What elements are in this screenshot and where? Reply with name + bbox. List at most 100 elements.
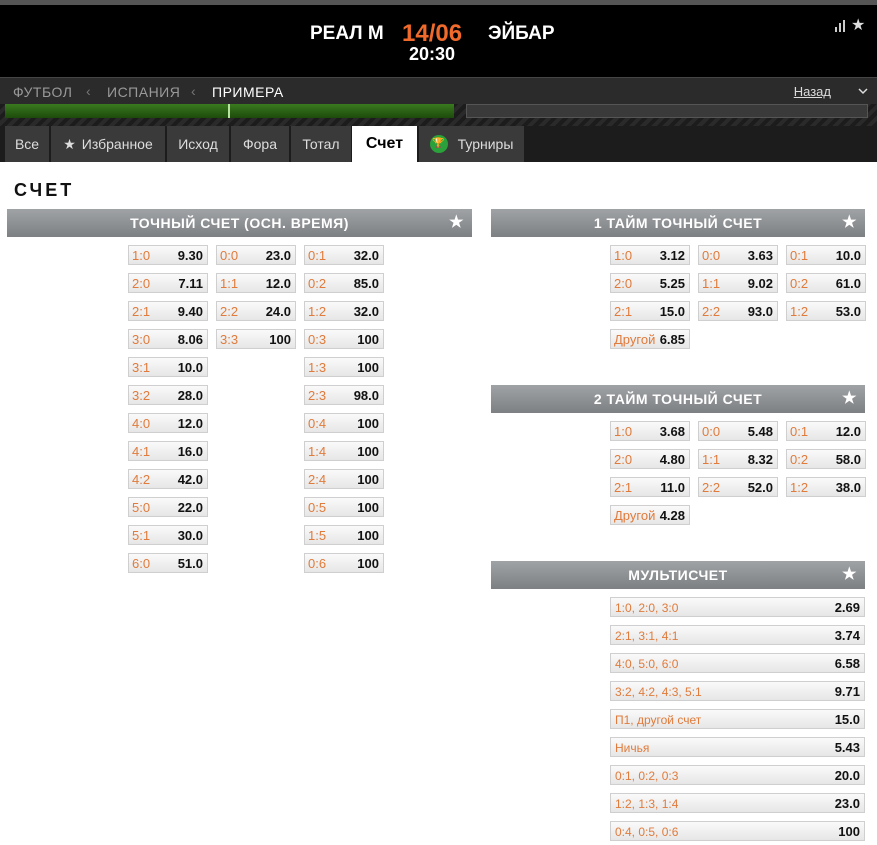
odds-value: 51.0 — [177, 556, 203, 571]
odds-button[interactable]: 2:1 9.40 — [128, 301, 208, 321]
odds-button[interactable]: 4:2 42.0 — [128, 469, 208, 489]
odds-button[interactable]: 2:1 15.0 — [610, 301, 690, 321]
odds-label: 0:3 — [308, 332, 327, 347]
odds-button[interactable]: 2:2 24.0 — [216, 301, 296, 321]
odds-button[interactable]: 0:2 58.0 — [786, 449, 866, 469]
multi-odds-button[interactable]: 3:2, 4:2, 4:3, 5:1 9.71 — [610, 681, 865, 701]
star-icon[interactable]: ★ — [842, 561, 857, 589]
odds-button[interactable]: 4:0 12.0 — [128, 413, 208, 433]
odds-button[interactable]: 0:6 100 — [304, 553, 384, 573]
odds-value: 11.0 — [660, 480, 685, 495]
tab-handicap[interactable]: Фора — [231, 126, 290, 162]
odds-button[interactable]: 2:0 4.80 — [610, 449, 690, 469]
multi-odds-button[interactable]: П1, другой счет 15.0 — [610, 709, 865, 729]
odds-value: 10.0 — [835, 248, 861, 263]
multi-header: МУЛЬТИСЧЕТ ★ — [491, 561, 865, 589]
odds-label: 1:2 — [790, 480, 809, 495]
multi-odds-button[interactable]: Ничья 5.43 — [610, 737, 865, 757]
breadcrumb-country[interactable]: ИСПАНИЯ — [107, 84, 180, 100]
odds-button[interactable]: 2:0 5.25 — [610, 273, 690, 293]
odds-label: 4:0, 5:0, 6:0 — [615, 657, 679, 671]
odds-value: 32.0 — [353, 248, 379, 263]
odds-label: 0:0 — [702, 424, 721, 439]
odds-label: 0:1, 0:2, 0:3 — [615, 769, 679, 783]
tab-label: Турниры — [457, 136, 514, 152]
odds-button[interactable]: Другой 4.28 — [610, 505, 690, 525]
odds-button[interactable]: 3:2 28.0 — [128, 385, 208, 405]
multi-odds-button[interactable]: 2:1, 3:1, 4:1 3.74 — [610, 625, 865, 645]
multi-odds-button[interactable]: 0:1, 0:2, 0:3 20.0 — [610, 765, 865, 785]
odds-button[interactable]: 1:4 100 — [304, 441, 384, 461]
odds-button[interactable]: 1:2 32.0 — [304, 301, 384, 321]
odds-button[interactable]: 1:0 9.30 — [128, 245, 208, 265]
odds-button[interactable]: 1:0 3.68 — [610, 421, 690, 441]
star-icon[interactable]: ★ — [449, 209, 464, 237]
multi-odds-button[interactable]: 0:4, 0:5, 0:6 100 — [610, 821, 865, 841]
tab-tournaments[interactable]: 🏆 Турниры — [419, 126, 525, 162]
star-icon[interactable]: ★ — [842, 385, 857, 413]
odds-button[interactable]: 1:0 3.12 — [610, 245, 690, 265]
odds-button[interactable]: 2:4 100 — [304, 469, 384, 489]
odds-button[interactable]: 0:5 100 — [304, 497, 384, 517]
odds-label: 1:0, 2:0, 3:0 — [615, 601, 679, 615]
odds-button[interactable]: 1:2 53.0 — [786, 301, 866, 321]
tab-all[interactable]: Все — [5, 126, 50, 162]
odds-button[interactable]: 1:3 100 — [304, 357, 384, 377]
odds-value: 23.0 — [265, 248, 291, 263]
odds-button[interactable]: Другой 6.85 — [610, 329, 690, 349]
odds-label: 0:1 — [790, 424, 809, 439]
odds-button[interactable]: 6:0 51.0 — [128, 553, 208, 573]
multi-odds-button[interactable]: 1:0, 2:0, 3:0 2.69 — [610, 597, 865, 617]
breadcrumb-league[interactable]: ПРИМЕРА — [212, 84, 284, 100]
odds-button[interactable]: 2:2 52.0 — [698, 477, 778, 497]
odds-button[interactable]: 3:0 8.06 — [128, 329, 208, 349]
odds-button[interactable]: 2:1 11.0 — [610, 477, 690, 497]
chevron-down-icon[interactable] — [858, 86, 868, 96]
match-time: 20:30 — [409, 44, 456, 64]
odds-button[interactable]: 0:1 10.0 — [786, 245, 866, 265]
tab-score[interactable]: Счет — [352, 126, 418, 162]
odds-label: 2:2 — [702, 480, 721, 495]
back-link[interactable]: Назад — [794, 84, 831, 99]
tab-total[interactable]: Тотал — [291, 126, 352, 162]
odds-button[interactable]: 1:5 100 — [304, 525, 384, 545]
odds-button[interactable]: 0:2 85.0 — [304, 273, 384, 293]
tab-favorites[interactable]: ★ Избранное — [51, 126, 166, 162]
odds-button[interactable]: 2:2 93.0 — [698, 301, 778, 321]
odds-button[interactable]: 3:1 10.0 — [128, 357, 208, 377]
tab-label: Все — [14, 136, 40, 152]
odds-button[interactable]: 5:0 22.0 — [128, 497, 208, 517]
odds-button[interactable]: 2:0 7.11 — [128, 273, 208, 293]
odds-button[interactable]: 1:1 12.0 — [216, 273, 296, 293]
odds-value: 93.0 — [747, 304, 773, 319]
odds-button[interactable]: 0:0 5.48 — [698, 421, 778, 441]
odds-button[interactable]: 2:3 98.0 — [304, 385, 384, 405]
odds-button[interactable]: 4:1 16.0 — [128, 441, 208, 461]
breadcrumb-sport[interactable]: ФУТБОЛ — [13, 84, 72, 100]
info-bar — [466, 104, 868, 118]
multi-odds-button[interactable]: 4:0, 5:0, 6:0 6.58 — [610, 653, 865, 673]
odds-button[interactable]: 1:1 9.02 — [698, 273, 778, 293]
stats-icon[interactable] — [835, 20, 845, 32]
odds-button[interactable]: 1:1 8.32 — [698, 449, 778, 469]
odds-label: 1:1 — [702, 276, 721, 291]
odds-button[interactable]: 0:3 100 — [304, 329, 384, 349]
odds-button[interactable]: 0:2 61.0 — [786, 273, 866, 293]
multi-odds-button[interactable]: 1:2, 1:3, 1:4 23.0 — [610, 793, 865, 813]
odds-label: 4:1 — [132, 444, 151, 459]
odds-label: 2:3 — [308, 388, 327, 403]
favorite-star-icon[interactable]: ★ — [851, 15, 865, 35]
tab-outcome[interactable]: Исход — [167, 126, 230, 162]
odds-button[interactable]: 1:2 38.0 — [786, 477, 866, 497]
odds-label: Другой — [614, 332, 656, 347]
odds-label: 1:0 — [132, 248, 151, 263]
odds-button[interactable]: 0:1 32.0 — [304, 245, 384, 265]
odds-button[interactable]: 0:0 3.63 — [698, 245, 778, 265]
odds-button[interactable]: 0:0 23.0 — [216, 245, 296, 265]
odds-button[interactable]: 0:4 100 — [304, 413, 384, 433]
odds-button[interactable]: 5:1 30.0 — [128, 525, 208, 545]
odds-button[interactable]: 3:3 100 — [216, 329, 296, 349]
star-icon[interactable]: ★ — [842, 209, 857, 237]
odds-value: 98.0 — [353, 388, 379, 403]
odds-button[interactable]: 0:1 12.0 — [786, 421, 866, 441]
